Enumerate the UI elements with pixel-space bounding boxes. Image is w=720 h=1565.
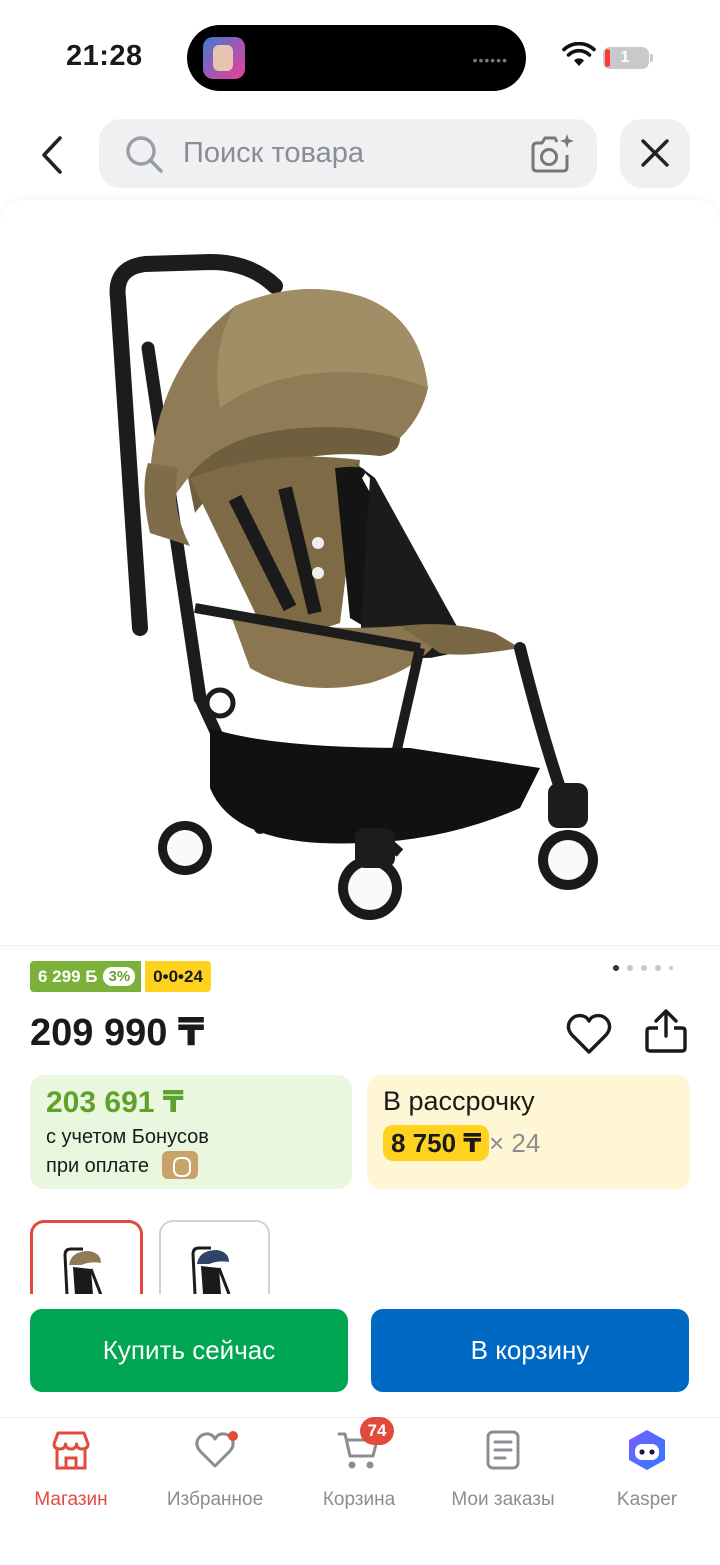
battery-level: 1	[620, 49, 630, 66]
tab-favorites[interactable]: Избранное	[145, 1428, 285, 1528]
live-activity-app-icon	[203, 37, 245, 79]
shop-icon	[52, 1431, 90, 1470]
tab-shop[interactable]: Магазин	[1, 1428, 141, 1528]
battery-icon: 1	[603, 47, 649, 69]
bonus-badge: 6 299 Б 3%	[30, 961, 142, 992]
variant-taupe[interactable]	[30, 1220, 143, 1294]
tab-orders[interactable]: Мои заказы	[433, 1428, 573, 1528]
favorite-heart-icon[interactable]	[566, 1012, 612, 1056]
variant-navy-image	[191, 1246, 231, 1294]
tab-kasper-label: Kasper	[616, 1489, 678, 1510]
buy-now-button[interactable]: Купить сейчас	[30, 1309, 348, 1392]
variant-navy[interactable]	[159, 1220, 270, 1294]
kasper-icon	[629, 1430, 665, 1470]
tab-cart-label: Корзина	[322, 1489, 396, 1510]
bonus-caption-1: с учетом Бонусов	[46, 1126, 209, 1148]
variant-taupe-image	[63, 1247, 103, 1294]
bonus-percent: 3%	[103, 967, 136, 986]
favorites-notification-dot	[228, 1431, 238, 1441]
search-input[interactable]	[183, 119, 513, 188]
search-bar[interactable]	[99, 119, 597, 188]
installment-card[interactable]: В рассрочку 8 750 ₸ × 24	[367, 1075, 690, 1189]
camera-search-icon[interactable]	[527, 131, 575, 177]
search-header	[0, 110, 720, 200]
close-button[interactable]	[620, 119, 690, 188]
product-price: 209 990 ₸	[30, 1012, 205, 1054]
bonus-caption-2: при оплате	[46, 1155, 150, 1177]
installment-amount: 8 750 ₸	[383, 1125, 490, 1161]
tab-orders-label: Мои заказы	[451, 1489, 555, 1510]
bottom-tab-bar: Магазин Избранное Корзина Мои заказы Kas…	[0, 1417, 720, 1565]
tab-cart[interactable]: Корзина	[289, 1428, 429, 1528]
gallery-pager	[613, 965, 673, 971]
island-waveform-icon: ••••••	[472, 52, 508, 68]
wifi-icon	[562, 42, 596, 66]
action-bar: Купить сейчас В корзину	[0, 1294, 720, 1416]
orders-icon	[486, 1430, 520, 1470]
search-icon	[126, 136, 163, 173]
installment-months: × 24	[489, 1128, 541, 1158]
back-arrow-icon[interactable]	[28, 130, 78, 180]
bonus-price: 203 691 ₸	[46, 1086, 184, 1119]
cart-count-badge: 74	[360, 1417, 394, 1445]
tab-kasper[interactable]: Kasper	[577, 1428, 717, 1528]
product-image	[109, 253, 598, 920]
tab-favorites-label: Избранное	[166, 1489, 264, 1510]
installment-title: В рассрочку	[383, 1086, 535, 1116]
close-icon	[641, 139, 669, 167]
share-icon[interactable]	[644, 1008, 688, 1054]
add-to-cart-button[interactable]: В корзину	[371, 1309, 689, 1392]
bonus-price-card[interactable]: 203 691 ₸ с учетом Бонусов при оплате	[30, 1075, 352, 1189]
status-time: 21:28	[66, 40, 143, 72]
installment-badge: 0•0•24	[145, 961, 211, 992]
kaspi-pay-icon	[162, 1151, 198, 1179]
status-bar: 21:28 •••••• 1	[0, 0, 720, 110]
dynamic-island: ••••••	[187, 25, 526, 91]
promo-badges: 6 299 Б 3% 0•0•24	[30, 961, 211, 992]
tab-shop-label: Магазин	[34, 1489, 108, 1510]
product-gallery[interactable]	[0, 200, 720, 945]
